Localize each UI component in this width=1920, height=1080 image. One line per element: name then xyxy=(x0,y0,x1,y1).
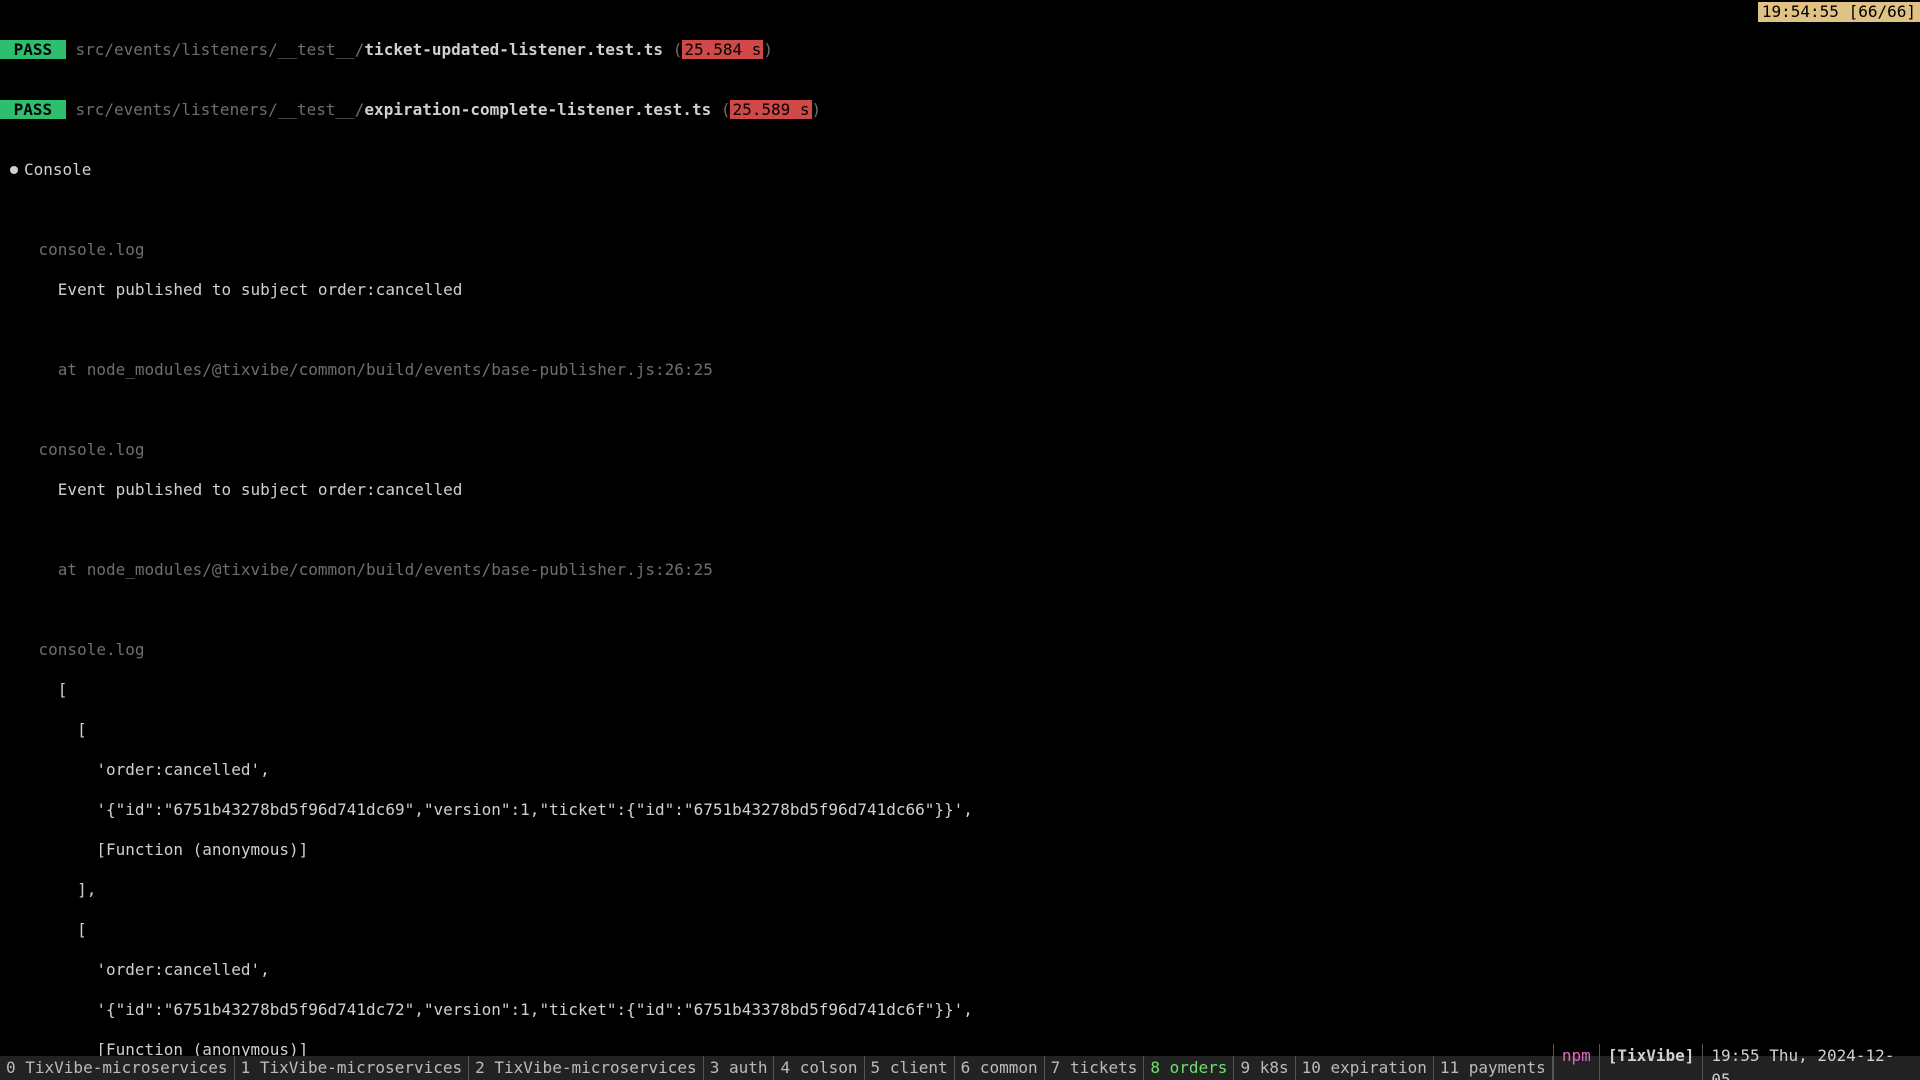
test-path-dir: src/events/listeners/__test__/ xyxy=(75,100,364,119)
bullet-icon xyxy=(10,166,18,174)
test-result-line: PASS src/events/listeners/__test__/expir… xyxy=(0,100,1920,120)
tmux-window-tab[interactable]: 2 TixVibe-microservices xyxy=(469,1056,704,1080)
console-log-message: Event published to subject order:cancell… xyxy=(0,280,1920,300)
tmux-window-tab[interactable]: 9 k8s xyxy=(1234,1056,1295,1080)
log-inner-open: [ xyxy=(0,720,1920,740)
pass-badge: PASS xyxy=(0,100,66,119)
test-duration: 25.589 s xyxy=(730,100,811,119)
log-item: '{"id":"6751b43278bd5f96d741dc72","versi… xyxy=(0,1000,1920,1020)
tmux-window-tab[interactable]: 3 auth xyxy=(704,1056,775,1080)
tmux-window-tab[interactable]: 8 orders xyxy=(1144,1056,1234,1080)
tmux-window-tab[interactable]: 1 TixVibe-microservices xyxy=(235,1056,470,1080)
log-item: 'order:cancelled', xyxy=(0,960,1920,980)
console-log-header: console.log xyxy=(0,640,1920,660)
tmux-window-tab[interactable]: 4 colson xyxy=(774,1056,864,1080)
tmux-window-tab[interactable]: 6 common xyxy=(955,1056,1045,1080)
tmux-window-tab[interactable]: 7 tickets xyxy=(1045,1056,1145,1080)
tmux-status-bar: 0 TixVibe-microservices1 TixVibe-microse… xyxy=(0,1056,1920,1080)
console-log-header: console.log xyxy=(0,440,1920,460)
console-section-header: Console xyxy=(0,160,1920,180)
test-path-dir: src/events/listeners/__test__/ xyxy=(75,40,364,59)
log-array-open: [ xyxy=(0,680,1920,700)
test-path-file: ticket-updated-listener.test.ts xyxy=(364,40,663,59)
pass-badge: PASS xyxy=(0,40,66,59)
log-inner-open: [ xyxy=(0,920,1920,940)
tmux-window-tab[interactable]: 0 TixVibe-microservices xyxy=(0,1056,235,1080)
status-process: npm xyxy=(1553,1044,1599,1080)
tmux-window-tab[interactable]: 10 expiration xyxy=(1296,1056,1434,1080)
test-duration: 25.584 s xyxy=(682,40,763,59)
terminal-clock-badge: 19:54:55 [66/66] xyxy=(1758,2,1920,22)
terminal-output: PASS src/events/listeners/__test__/ticke… xyxy=(0,0,1920,1080)
test-path-file: expiration-complete-listener.test.ts xyxy=(364,100,711,119)
status-session: [TixVibe] xyxy=(1599,1044,1703,1080)
log-inner-close: ], xyxy=(0,880,1920,900)
test-result-line: PASS src/events/listeners/__test__/ticke… xyxy=(0,40,1920,60)
log-item: '{"id":"6751b43278bd5f96d741dc69","versi… xyxy=(0,800,1920,820)
log-item: [Function (anonymous)] xyxy=(0,840,1920,860)
console-log-header: console.log xyxy=(0,240,1920,260)
tmux-window-tab[interactable]: 5 client xyxy=(865,1056,955,1080)
tmux-window-tab[interactable]: 11 payments xyxy=(1434,1056,1553,1080)
console-log-stack: at node_modules/@tixvibe/common/build/ev… xyxy=(0,560,1920,580)
console-label: Console xyxy=(24,160,91,180)
console-log-message: Event published to subject order:cancell… xyxy=(0,480,1920,500)
status-clock: 19:55 Thu, 2024-12-05 xyxy=(1702,1044,1920,1080)
console-log-stack: at node_modules/@tixvibe/common/build/ev… xyxy=(0,360,1920,380)
log-item: 'order:cancelled', xyxy=(0,760,1920,780)
